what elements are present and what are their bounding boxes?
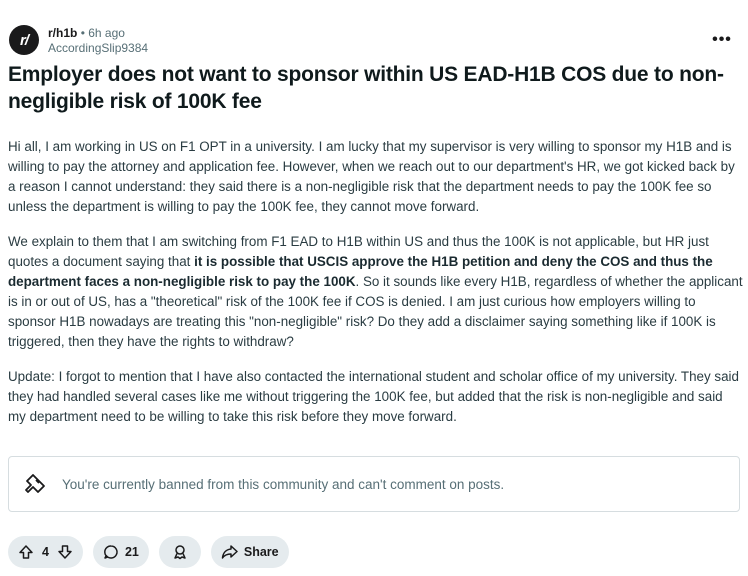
- more-options-button[interactable]: •••: [710, 28, 734, 52]
- subreddit-avatar[interactable]: r/: [9, 25, 39, 55]
- vote-control: 4: [8, 536, 83, 568]
- banned-notice: You're currently banned from this commun…: [8, 456, 740, 512]
- post-paragraph: Hi all, I am working in US on F1 OPT in …: [8, 139, 735, 214]
- no-comment-icon: [25, 474, 45, 493]
- post-header: r/ r/h1b • 6h ago AccordingSlip9384 •••: [8, 24, 740, 56]
- share-icon: [221, 545, 238, 559]
- downvote-icon[interactable]: [57, 544, 73, 560]
- share-button[interactable]: Share: [210, 536, 289, 568]
- share-label: Share: [243, 545, 279, 559]
- post-actions: 4 21 Share: [8, 536, 289, 568]
- award-button[interactable]: [158, 536, 201, 568]
- post-paragraph: Update: I forgot to mention that I have …: [8, 369, 739, 424]
- author-link[interactable]: AccordingSlip9384: [48, 41, 148, 55]
- post-body: Hi all, I am working in US on F1 OPT in …: [8, 137, 743, 442]
- post-paragraph: We explain to them that I am switching f…: [8, 232, 743, 352]
- comment-count: 21: [124, 545, 139, 559]
- post-title: Employer does not want to sponsor within…: [8, 63, 724, 113]
- upvote-icon[interactable]: [18, 544, 34, 560]
- post-time: 6h ago: [88, 26, 125, 40]
- banned-notice-text: You're currently banned from this commun…: [62, 476, 505, 492]
- post-meta: r/h1b • 6h ago AccordingSlip9384: [48, 26, 148, 55]
- comments-button[interactable]: 21: [92, 536, 149, 568]
- subreddit-link[interactable]: r/h1b: [48, 26, 77, 40]
- award-icon: [174, 545, 186, 560]
- comment-icon: [103, 545, 118, 559]
- vote-count: 4: [42, 545, 49, 559]
- meta-separator: •: [80, 26, 85, 40]
